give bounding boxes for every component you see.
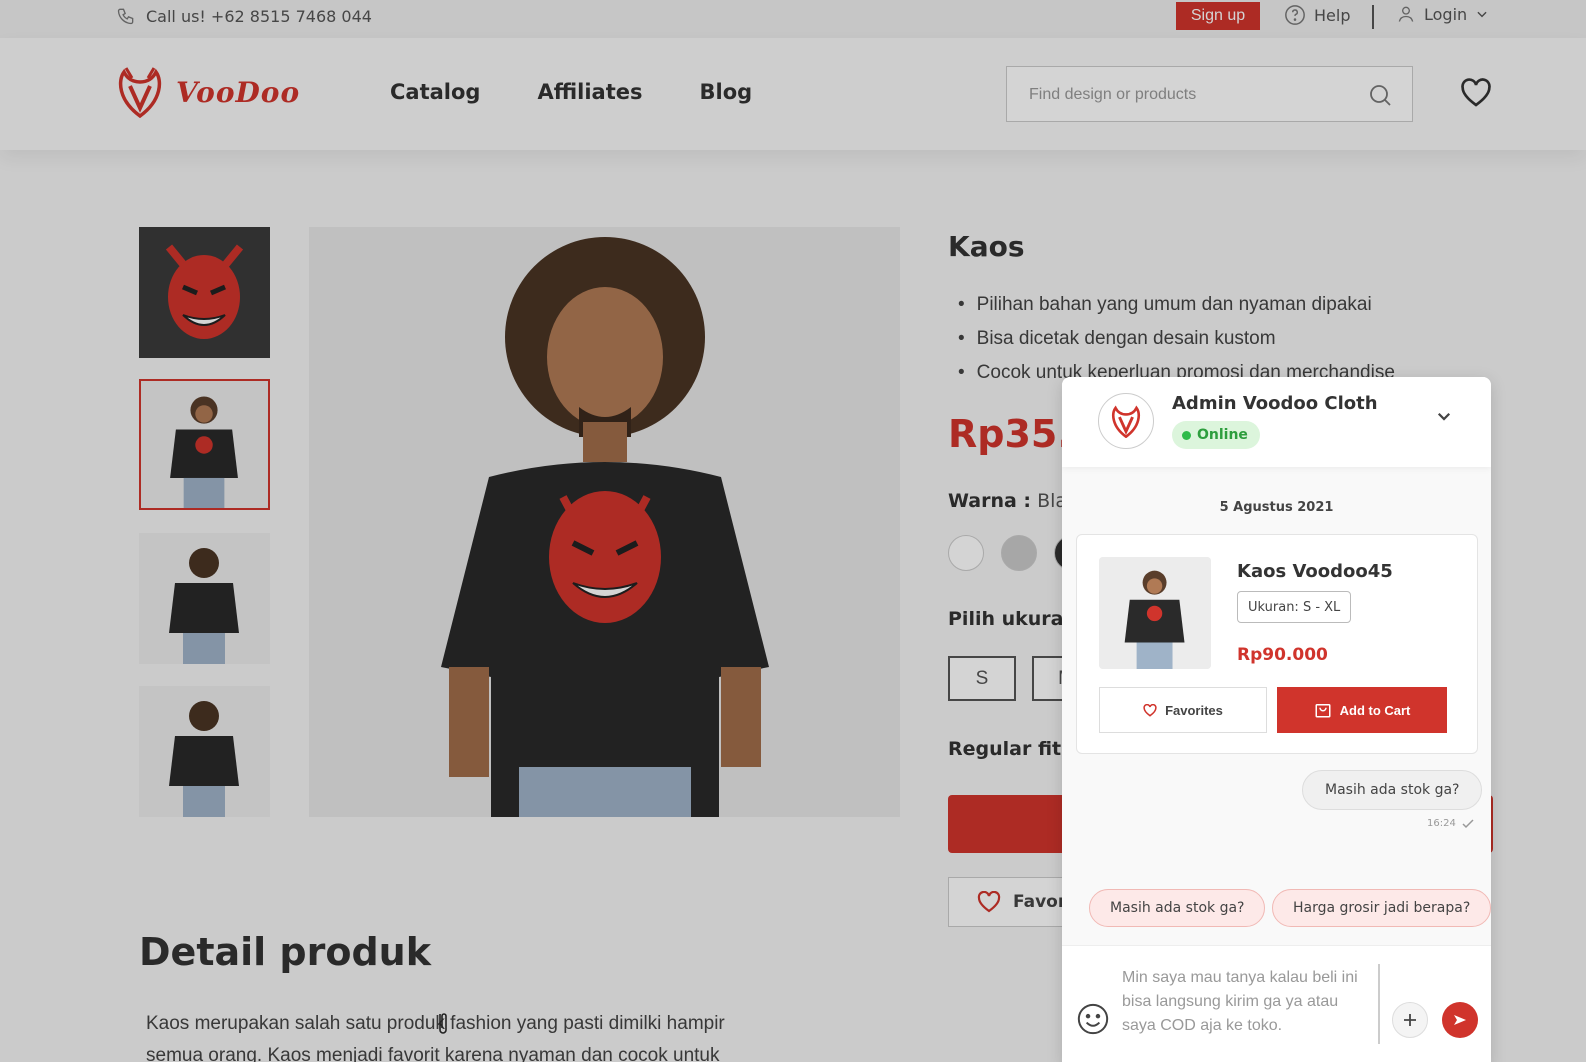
color-label: Warna : Blac [948,490,1078,512]
divider [1372,5,1374,29]
text-cursor-icon [439,1013,447,1034]
quick-reply-wholesale[interactable]: Harga grosir jadi berapa? [1272,889,1491,927]
fit-label: Regular fit S [948,738,1080,760]
product-title: Kaos [948,230,1025,263]
input-divider [1378,964,1380,1044]
chat-header: Admin Voodoo Cloth Online [1062,377,1491,467]
thumbnail-model-front[interactable] [139,379,270,510]
shopping-bag-icon [1315,704,1331,718]
call-us-text: Call us! +62 8515 7468 044 [146,6,372,26]
voodoo-logo-icon [1112,405,1140,438]
favorite-label: Favor [1013,892,1067,912]
call-us: Call us! +62 8515 7468 044 [116,6,372,26]
product-card-size: Ukuran: S - XL [1237,591,1352,623]
add-to-cart-button[interactable]: Add to Cart [1277,687,1447,733]
chat-input-area [1062,945,1491,1062]
nav-blog[interactable]: Blog [699,80,752,104]
color-label-key: Warna : [948,490,1032,512]
main-nav: Catalog Affiliates Blog [390,80,752,104]
product-card-price: Rp90.000 [1237,645,1328,665]
user-icon [1398,6,1414,22]
login-dropdown[interactable]: Login [1396,4,1489,24]
brand-wordmark: VooDoo [176,75,301,109]
search-icon[interactable] [1368,83,1392,107]
size-label: Pilih ukuran [948,608,1078,630]
color-swatch-white[interactable] [948,535,984,571]
attach-button[interactable] [1392,1002,1428,1038]
brand-logo[interactable]: VooDoo [116,66,300,118]
chevron-down-icon [1477,11,1487,18]
thumbnail-model-back[interactable] [139,533,270,664]
send-icon [1454,1015,1466,1025]
favorites-button[interactable]: Favorites [1099,687,1267,733]
chat-message: Masih ada stok ga? [1302,770,1483,810]
thumbnail-model-back-alt[interactable] [139,686,270,817]
heart-icon [1143,703,1157,717]
quick-reply-stock[interactable]: Masih ada stok ga? [1089,889,1266,927]
help-label: Help [1314,5,1351,25]
signup-button[interactable]: Sign up [1176,2,1260,30]
voodoo-logo-icon [118,67,162,118]
online-dot-icon [1182,430,1191,440]
message-time: 16:24 [1427,818,1456,829]
main-header: VooDoo Catalog Affiliates Blog [0,38,1586,150]
heart-icon[interactable] [1460,78,1492,108]
heart-icon [977,891,1001,913]
emoji-icon[interactable] [1076,1002,1110,1036]
product-features: Pilihan bahan yang umum dan nyaman dipak… [958,288,1395,390]
feature-item: Pilihan bahan yang umum dan nyaman dipak… [958,288,1395,322]
product-card-image [1099,557,1211,669]
status-label: Online [1197,427,1248,443]
plus-icon [1404,1014,1416,1026]
check-icon [1462,818,1474,828]
avatar [1098,393,1154,449]
detail-text: Kaos merupakan salah satu produk fashion… [146,1013,725,1062]
help-circle-icon [1285,5,1305,25]
main-product-image [309,227,900,817]
send-button[interactable] [1442,1002,1478,1038]
status-badge: Online [1172,421,1260,449]
message-meta: 16:24 [1427,818,1474,829]
product-card: Kaos Voodoo45 Ukuran: S - XL Rp90.000 Fa… [1076,534,1478,754]
help-link[interactable]: Help [1284,4,1350,26]
chat-date: 5 Agustus 2021 [1219,500,1334,515]
nav-catalog[interactable]: Catalog [390,80,480,104]
color-swatch-grey[interactable] [1001,535,1037,571]
search-input[interactable] [1029,82,1349,108]
chevron-down-icon[interactable] [1435,407,1453,425]
detail-heading: Detail produk [139,930,431,974]
thumbnail-devil-graphic[interactable] [139,227,270,358]
nav-affiliates[interactable]: Affiliates [537,80,642,104]
chat-contact-name: Admin Voodoo Cloth [1172,393,1378,414]
fit-label-text: Regular fit [948,738,1062,760]
product-card-name: Kaos Voodoo45 [1237,561,1393,582]
add-to-cart-label: Add to Cart [1339,702,1411,718]
phone-icon [117,8,134,25]
feature-item: Bisa dicetak dengan desain kustom [958,322,1395,356]
chat-panel: Admin Voodoo Cloth Online 5 Agustus 2021… [1062,377,1491,1062]
top-bar: Call us! +62 8515 7468 044 Sign up Help … [0,0,1586,38]
login-label: Login [1424,4,1468,24]
search-box [1006,66,1413,122]
favorites-label: Favorites [1165,702,1223,718]
size-option-s[interactable]: S [948,656,1016,701]
chat-message-input[interactable] [1122,966,1372,1046]
